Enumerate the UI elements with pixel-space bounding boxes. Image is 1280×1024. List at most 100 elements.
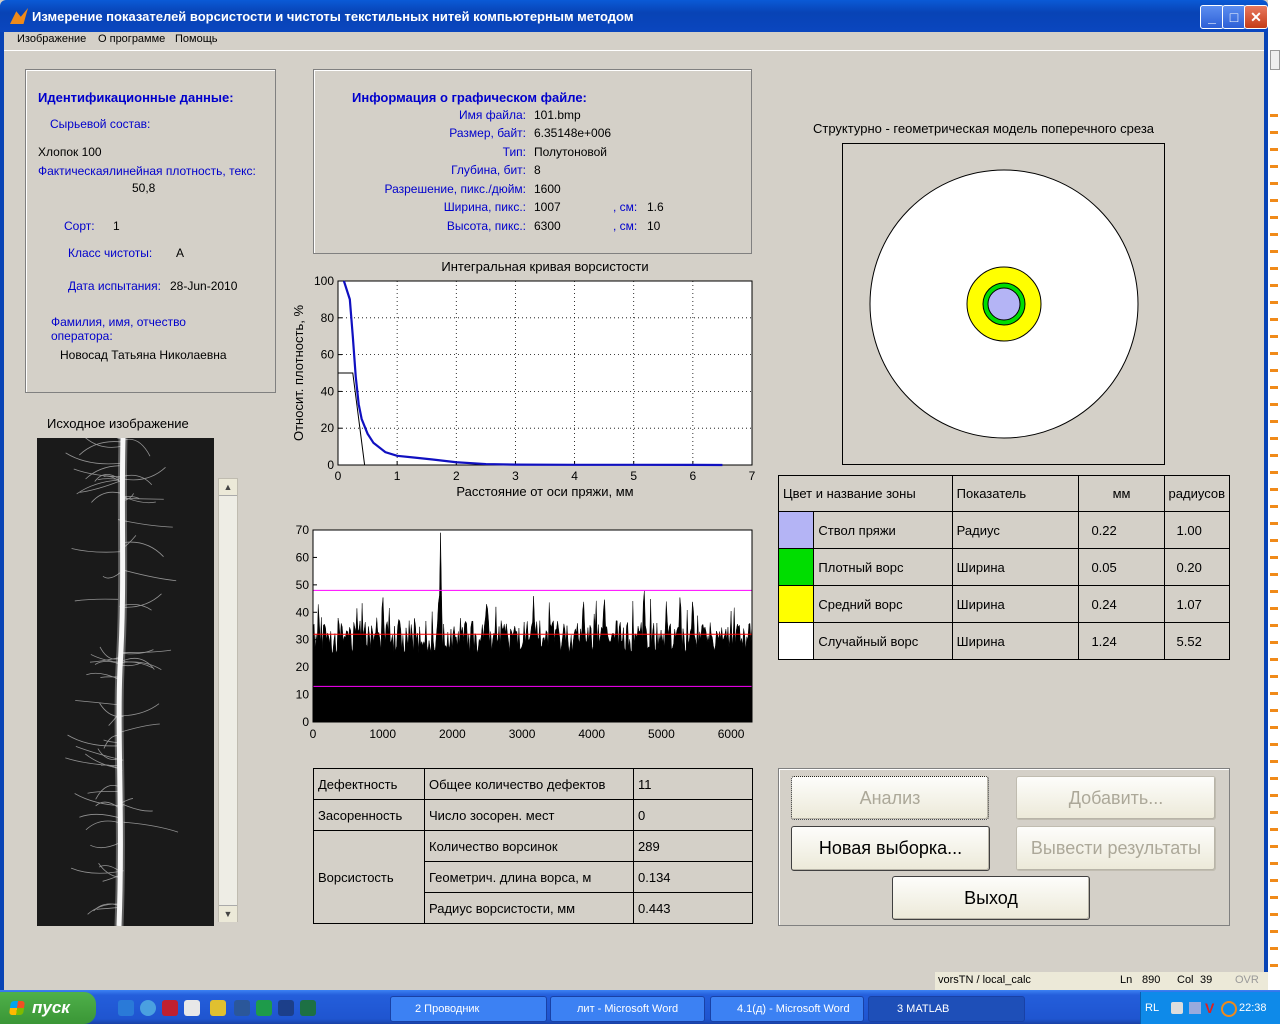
excel-icon[interactable] bbox=[300, 1000, 316, 1016]
file-row-label: Имя файла: bbox=[459, 108, 526, 122]
exit-button[interactable]: Выход bbox=[892, 876, 1090, 920]
zone-table: Цвет и название зоны Показатель мм радиу… bbox=[777, 475, 1231, 660]
zone-radius: 1.00 bbox=[1163, 511, 1231, 549]
antivirus-icon[interactable]: V bbox=[1205, 1000, 1214, 1016]
y-tick-label: 10 bbox=[296, 688, 310, 702]
file-row-value: 6300 bbox=[534, 219, 561, 233]
y-tick-label: 50 bbox=[296, 578, 310, 592]
x-tick-label: 4000 bbox=[578, 727, 605, 741]
zone-color-swatch bbox=[777, 622, 815, 660]
minimize-button[interactable]: _ bbox=[1200, 5, 1224, 29]
zone-color-swatch bbox=[777, 548, 815, 586]
y-axis-label: Относит. плотность, % bbox=[291, 305, 306, 442]
zone-row: Плотный ворс Ширина 0.05 0.20 bbox=[777, 548, 1231, 586]
y-tick-label: 20 bbox=[296, 660, 310, 674]
file-info-panel: Информация о графическом файле: Имя файл… bbox=[313, 69, 752, 254]
tray-icon[interactable] bbox=[1189, 1002, 1201, 1014]
status-path: vorsTN / local_calc bbox=[938, 974, 1031, 986]
ie-icon[interactable] bbox=[118, 1000, 134, 1016]
photoshop-icon[interactable] bbox=[278, 1000, 294, 1016]
x-tick-label: 2000 bbox=[439, 727, 466, 741]
operator-label-2: оператора: bbox=[51, 329, 113, 343]
x-tick-label: 6 bbox=[690, 469, 697, 483]
clock[interactable]: 22:38 bbox=[1239, 1002, 1267, 1014]
status-col-value: 39 bbox=[1200, 974, 1213, 986]
app-icon-green[interactable] bbox=[256, 1000, 272, 1016]
source-image-title: Исходное изображение bbox=[47, 416, 189, 431]
start-button[interactable]: пуск bbox=[0, 992, 96, 1024]
x-tick-label: 1 bbox=[394, 469, 401, 483]
add-button[interactable]: Добавить... bbox=[1016, 776, 1216, 820]
x-axis-label: Расстояние от оси пряжи, мм bbox=[456, 484, 633, 499]
tray-circle-icon[interactable] bbox=[1221, 1001, 1237, 1017]
scroll-up-icon[interactable]: ▲ bbox=[219, 479, 237, 496]
file-row-label: Разрешение, пикс./дюйм: bbox=[384, 182, 526, 196]
menu-bar: Изображение О программе Помощь bbox=[4, 32, 1262, 50]
image-scrollbar[interactable]: ▲ ▼ bbox=[218, 478, 238, 922]
export-results-button[interactable]: Вывести результаты bbox=[1016, 826, 1216, 871]
cross-section-model bbox=[842, 143, 1165, 465]
date-label: Дата испытания: bbox=[68, 279, 161, 293]
plot-area bbox=[337, 280, 753, 466]
trash-value: 0 bbox=[633, 799, 753, 831]
trash-label: Число зосорен. мест bbox=[424, 799, 634, 831]
new-sample-button[interactable]: Новая выборка... bbox=[791, 826, 990, 871]
zone-radius: 5.52 bbox=[1163, 622, 1231, 660]
file-row-value: 1600 bbox=[534, 182, 561, 196]
status-ovr: OVR bbox=[1235, 974, 1259, 986]
task-word-41[interactable]: 4.1(д) - Microsoft Word bbox=[710, 996, 864, 1022]
zone-name: Случайный ворс bbox=[813, 622, 953, 660]
defect-label: Общее количество дефектов bbox=[424, 768, 634, 800]
browser-icon[interactable] bbox=[140, 1000, 156, 1016]
hair-value-radius: 0.443 bbox=[633, 892, 753, 924]
y-tick-label: 0 bbox=[327, 458, 334, 472]
hairiness-profile-chart: 0 1000 2000 3000 4000 5000 6000 0 10 20 30 40 50 60 70 bbox=[296, 523, 753, 741]
model-title: Структурно - геометрическая модель попер… bbox=[813, 121, 1155, 136]
date-value: 28-Jun-2010 bbox=[170, 279, 238, 293]
task-word-lit[interactable]: лит - Microsoft Word bbox=[550, 996, 705, 1022]
analyze-button[interactable]: Анализ bbox=[791, 776, 989, 820]
app-icon-cloud[interactable] bbox=[184, 1000, 200, 1016]
maximize-button[interactable]: □ bbox=[1222, 5, 1246, 29]
menu-about[interactable]: О программе bbox=[98, 33, 165, 45]
zone-param: Ширина bbox=[951, 585, 1080, 623]
window-title: Измерение показателей ворсистости и чист… bbox=[32, 9, 634, 24]
trash-group: Засоренность bbox=[313, 799, 425, 831]
results-table: Дефектность Общее количество дефектов 11… bbox=[313, 768, 753, 924]
task-matlab[interactable]: 3 MATLAB bbox=[868, 996, 1025, 1022]
x-tick-label: 5000 bbox=[648, 727, 675, 741]
app-icon-yellow[interactable] bbox=[210, 1000, 226, 1016]
file-row-label: Размер, байт: bbox=[449, 126, 526, 140]
zone-color-swatch bbox=[777, 511, 815, 549]
file-row-label: Ширина, пикс.: bbox=[443, 200, 526, 214]
hair-group: Ворсистость bbox=[313, 830, 425, 924]
x-tick-label: 5 bbox=[630, 469, 637, 483]
word-icon[interactable] bbox=[234, 1000, 250, 1016]
language-indicator[interactable]: RL bbox=[1145, 1002, 1159, 1014]
y-tick-label: 80 bbox=[321, 311, 335, 325]
scroll-down-icon[interactable]: ▼ bbox=[219, 905, 237, 922]
zone-radius: 0.20 bbox=[1163, 548, 1231, 586]
zone-header-mm: мм bbox=[1078, 475, 1165, 512]
composition-value: Хлопок 100 bbox=[38, 145, 102, 159]
grade-label: Сорт: bbox=[64, 219, 95, 233]
y-tick-label: 60 bbox=[296, 550, 310, 564]
file-row-extra-label: , см: bbox=[613, 219, 638, 233]
zone-mm: 0.24 bbox=[1078, 585, 1165, 623]
zone-row: Случайный ворс Ширина 1.24 5.52 bbox=[777, 622, 1231, 660]
operator-value: Новосад Татьяна Николаевна bbox=[60, 348, 227, 362]
menu-help[interactable]: Помощь bbox=[175, 33, 218, 45]
windows-logo-icon bbox=[9, 1001, 25, 1015]
network-icon[interactable] bbox=[1171, 1002, 1183, 1014]
task-explorer[interactable]: 2 Проводник bbox=[390, 996, 547, 1022]
y-tick-label: 100 bbox=[314, 274, 334, 288]
file-row-extra-value: 10 bbox=[647, 219, 661, 233]
menu-image[interactable]: Изображение bbox=[17, 33, 86, 45]
app-icon-red[interactable] bbox=[162, 1000, 178, 1016]
file-row-value: 101.bmp bbox=[534, 108, 581, 122]
x-tick-label: 4 bbox=[571, 469, 578, 483]
yarn-image bbox=[37, 438, 214, 926]
close-button[interactable]: ✕ bbox=[1244, 5, 1268, 29]
title-bar[interactable]: Измерение показателей ворсистости и чист… bbox=[0, 0, 1268, 32]
clean-value: A bbox=[176, 246, 185, 260]
